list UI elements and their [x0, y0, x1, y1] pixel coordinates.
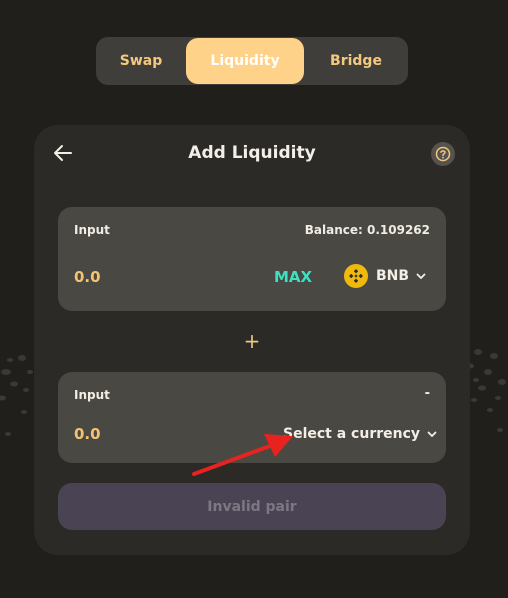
token-selector-bnb[interactable]: BNB	[344, 263, 427, 289]
token-symbol: BNB	[376, 268, 410, 284]
invalid-pair-button[interactable]: Invalid pair	[58, 483, 446, 530]
add-liquidity-card: Add Liquidity Input Balance: 0.109262 0.…	[34, 125, 470, 555]
input-panel-1: Input Balance: 0.109262 0.0 MAX BNB	[58, 207, 446, 311]
chevron-down-icon	[416, 273, 426, 280]
amount-input[interactable]: 0.0	[74, 268, 101, 286]
chevron-down-icon	[427, 431, 437, 438]
select-currency-label: Select a currency	[283, 426, 421, 442]
input-label: Input	[74, 223, 110, 237]
question-circle-icon[interactable]	[431, 142, 455, 166]
tab-bar: Swap Liquidity Bridge	[96, 37, 408, 85]
input-panel-2: Input - 0.0 Select a currency	[58, 372, 446, 463]
balance-text: Balance: 0.109262	[304, 223, 430, 237]
page-title: Add Liquidity	[188, 143, 316, 163]
tab-liquidity[interactable]: Liquidity	[186, 38, 304, 84]
plus-icon: +	[243, 329, 261, 353]
balance-text: -	[424, 386, 430, 401]
select-currency-button[interactable]: Select a currency	[283, 423, 438, 445]
tab-swap[interactable]: Swap	[96, 37, 186, 85]
bnb-logo-icon	[344, 264, 368, 288]
tab-bridge[interactable]: Bridge	[304, 37, 408, 85]
max-button[interactable]: MAX	[274, 268, 312, 286]
amount-input[interactable]: 0.0	[74, 425, 101, 443]
input-label: Input	[74, 388, 110, 402]
